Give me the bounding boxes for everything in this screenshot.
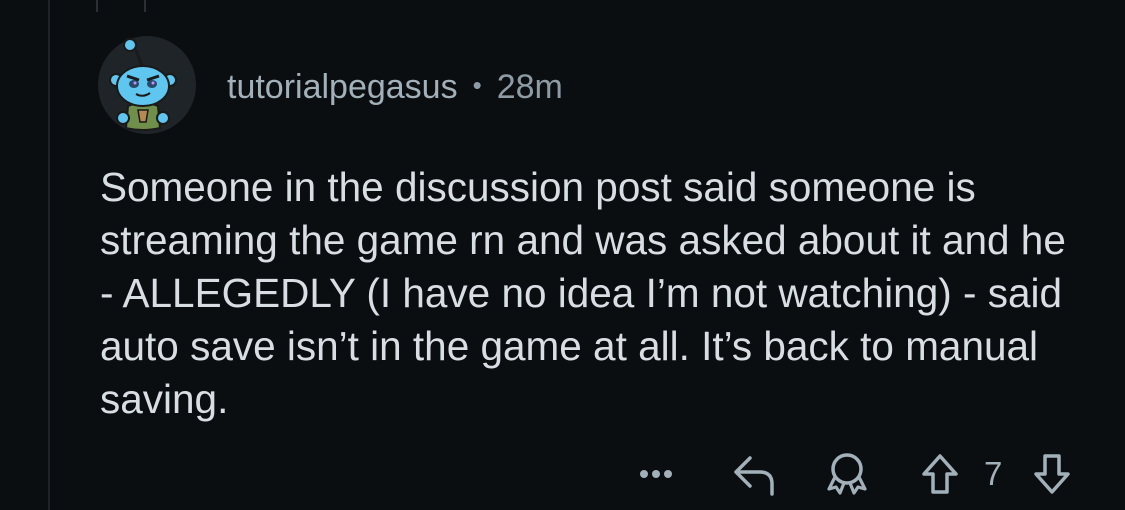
comment-meta: tutorialpegasus • 28m [227,66,563,108]
meta-separator: • [472,69,482,100]
reply-button[interactable] [728,446,782,502]
downvote-arrow-icon [1034,454,1070,494]
comment: tutorialpegasus • 28m Someone in the dis… [0,0,1125,510]
downvote-button[interactable] [1028,446,1076,502]
comment-actions: 7 [0,446,1125,502]
comment-body: Someone in the discussion post said some… [100,164,1066,422]
snoo-avatar-icon [109,38,177,131]
reply-arrow-icon [734,456,774,496]
username[interactable]: tutorialpegasus [227,68,458,107]
upvote-button[interactable] [918,446,962,502]
vote-count: 7 [984,455,1003,492]
timestamp: 28m [496,67,563,106]
upvote-arrow-icon [922,454,958,494]
more-options-button[interactable] [631,446,681,502]
award-icon [827,453,867,495]
avatar[interactable] [98,36,196,134]
more-options-icon [640,470,672,478]
award-button[interactable] [820,446,874,502]
